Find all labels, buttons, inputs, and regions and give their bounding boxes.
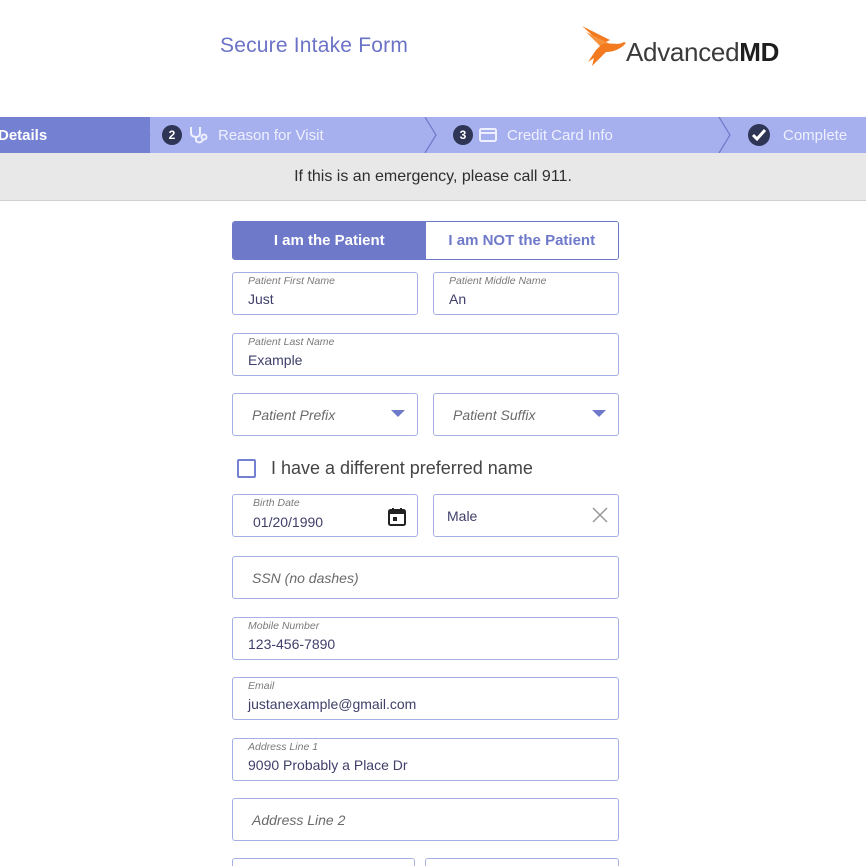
field-value: 01/20/1990: [253, 514, 324, 530]
field-placeholder: Address Line 2: [252, 812, 346, 828]
calendar-icon[interactable]: [387, 507, 407, 532]
credit-card-icon: [479, 128, 497, 142]
chevron-down-icon: [592, 410, 606, 417]
preferred-name-label[interactable]: I have a different preferred name: [271, 458, 533, 479]
check-circle-icon: [747, 123, 771, 147]
field-label: Email: [248, 680, 275, 692]
mobile-number-field[interactable]: Mobile Number 123-456-7890: [232, 617, 619, 660]
emergency-banner: If this is an emergency, please call 911…: [0, 153, 866, 201]
clear-icon[interactable]: [590, 505, 610, 530]
patient-toggle: I am the Patient I am NOT the Patient: [232, 221, 619, 260]
progress-stepper: Details 2 Reason for Visit 3 Credit Card…: [0, 117, 866, 153]
field-value: 123-456-7890: [248, 636, 336, 652]
birth-date-field[interactable]: Birth Date 01/20/1990: [232, 494, 418, 537]
advancedmd-logo: AdvancedMD: [580, 20, 779, 70]
field-label: Patient Middle Name: [449, 275, 547, 287]
state-field[interactable]: [425, 858, 619, 866]
first-name-field[interactable]: Patient First Name Just: [232, 272, 418, 315]
step-label: Reason for Visit: [218, 126, 324, 144]
step-details[interactable]: Details: [0, 117, 150, 153]
page-title: Secure Intake Form: [220, 34, 409, 57]
i-am-patient-button[interactable]: I am the Patient: [233, 222, 426, 259]
step-number: 2: [162, 125, 182, 145]
page-header: Secure Intake Form AdvancedMD: [0, 0, 866, 100]
field-label: Mobile Number: [248, 620, 320, 632]
step-reason-for-visit[interactable]: 2 Reason for Visit: [162, 117, 324, 153]
prefix-select[interactable]: Patient Prefix: [232, 393, 418, 436]
field-value: An: [449, 291, 467, 307]
step-complete[interactable]: Complete: [747, 117, 847, 153]
step-divider: [718, 117, 731, 153]
suffix-select[interactable]: Patient Suffix: [433, 393, 619, 436]
city-field[interactable]: [232, 858, 415, 866]
field-label: Address Line 1: [248, 741, 319, 753]
field-label: Birth Date: [253, 497, 300, 509]
field-placeholder: SSN (no dashes): [252, 570, 359, 586]
field-value: 9090 Probably a Place Dr: [248, 757, 408, 773]
middle-name-field[interactable]: Patient Middle Name An: [433, 272, 619, 315]
step-label: Complete: [783, 126, 848, 144]
select-placeholder: Patient Suffix: [453, 407, 536, 423]
step-divider: [424, 117, 437, 153]
chevron-down-icon: [391, 410, 405, 417]
email-field[interactable]: Email justanexample@gmail.com: [232, 677, 619, 720]
emergency-text: If this is an emergency, please call 911…: [294, 167, 572, 185]
stethoscope-icon: [188, 125, 208, 145]
last-name-field[interactable]: Patient Last Name Example: [232, 333, 619, 376]
address-line-1-field[interactable]: Address Line 1 9090 Probably a Place Dr: [232, 738, 619, 781]
address-line-2-field[interactable]: Address Line 2: [232, 798, 619, 841]
field-value: Male: [447, 508, 478, 524]
field-value: Example: [248, 352, 303, 368]
i-am-not-patient-button[interactable]: I am NOT the Patient: [425, 222, 618, 259]
step-number: 3: [453, 125, 473, 145]
step-divider: [130, 117, 151, 153]
logo-text: AdvancedMD: [626, 37, 780, 67]
step-label: Details: [0, 126, 48, 144]
field-value: justanexample@gmail.com: [248, 696, 417, 712]
field-label: Patient Last Name: [248, 336, 335, 348]
step-label: Credit Card Info: [507, 126, 613, 144]
hummingbird-logo-icon: [582, 26, 626, 66]
ssn-field[interactable]: SSN (no dashes): [232, 556, 619, 599]
select-placeholder: Patient Prefix: [252, 407, 336, 423]
step-credit-card-info[interactable]: 3 Credit Card Info: [453, 117, 613, 153]
field-value: Just: [248, 291, 274, 307]
field-label: Patient First Name: [248, 275, 335, 287]
gender-select[interactable]: Male: [433, 494, 619, 537]
preferred-name-checkbox[interactable]: [237, 459, 256, 478]
